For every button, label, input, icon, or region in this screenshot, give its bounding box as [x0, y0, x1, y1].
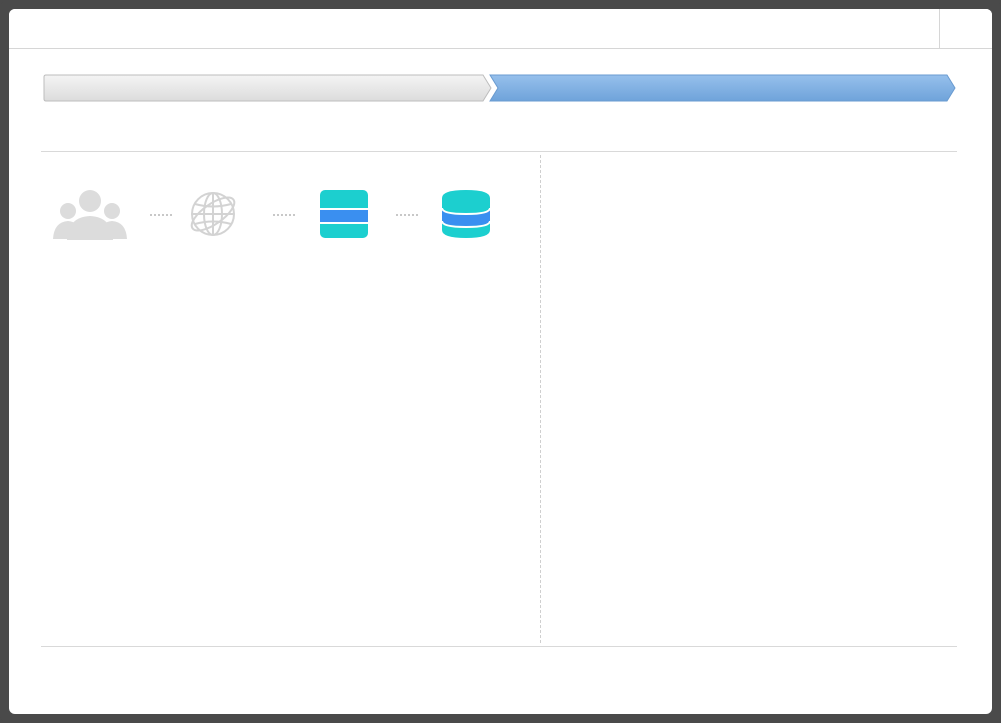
titlebar-corner-button[interactable]	[939, 9, 992, 48]
connection-pipeline	[51, 187, 501, 243]
connector-dots-2	[273, 214, 295, 216]
panel-divider	[540, 155, 541, 643]
globe-icon	[187, 187, 239, 241]
right-panel	[542, 155, 957, 643]
title-bar	[9, 9, 992, 49]
step-2-shape[interactable]	[489, 74, 956, 102]
content-top-divider	[41, 151, 957, 152]
database-icon	[440, 189, 492, 239]
wizard-steps	[43, 74, 957, 102]
users-group-icon	[51, 187, 129, 241]
server-stack-icon	[319, 189, 369, 239]
subtitle-area	[43, 109, 957, 151]
device-frame	[0, 0, 1001, 723]
content-bottom-divider	[41, 646, 957, 647]
step-1-shape[interactable]	[43, 74, 492, 102]
app-window	[9, 9, 992, 714]
connector-dots-3	[396, 214, 418, 216]
wizard-steps-graphic	[43, 74, 956, 102]
connector-dots-1	[150, 214, 172, 216]
